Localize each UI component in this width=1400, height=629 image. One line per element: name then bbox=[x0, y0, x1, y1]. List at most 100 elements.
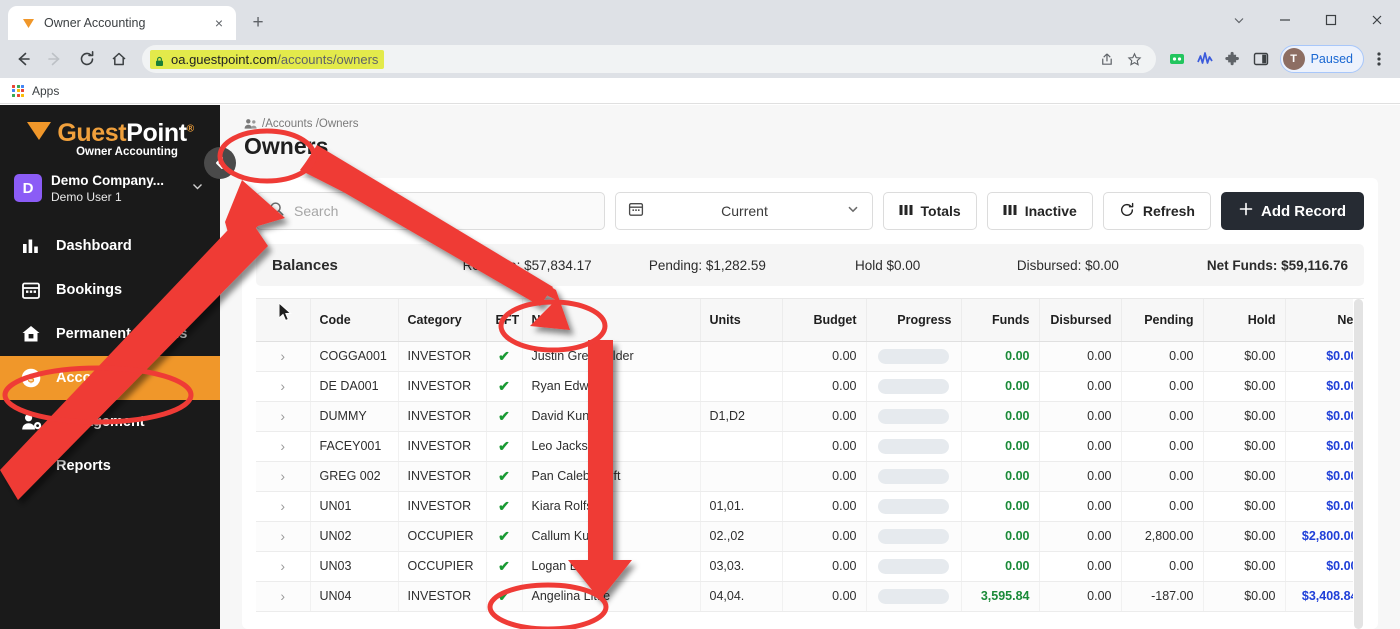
date-filter-value: Current bbox=[721, 203, 768, 219]
cell-category: INVESTOR bbox=[398, 431, 487, 462]
sidebar: GuestPoint® Owner Accounting D Demo Comp… bbox=[0, 105, 236, 629]
refresh-button[interactable]: Refresh bbox=[1102, 192, 1211, 230]
cell-name: Kiara Rolfson bbox=[522, 491, 701, 522]
table-row[interactable]: › DUMMY INVESTOR ✔ David Kunde D1,D2 0.00 0.00 0… bbox=[256, 401, 1364, 432]
row-expand-button[interactable]: › bbox=[256, 461, 311, 492]
brand-name: GuestPoint® bbox=[57, 119, 194, 147]
row-expand-button[interactable]: › bbox=[256, 521, 311, 552]
col-disbursed[interactable]: Disbursed bbox=[1039, 299, 1122, 342]
row-expand-button[interactable]: › bbox=[256, 581, 311, 612]
chevron-down-icon[interactable] bbox=[846, 202, 860, 221]
col-code[interactable]: Code bbox=[310, 299, 399, 342]
puzzle-extension-icon[interactable] bbox=[1220, 46, 1246, 72]
cell-funds: 0.00 bbox=[961, 401, 1040, 432]
bookmark-star-icon[interactable] bbox=[1122, 46, 1148, 72]
table-row[interactable]: › GREG 002 INVESTOR ✔ Pan Caleb Swift 0.00 0.0… bbox=[256, 461, 1364, 492]
col-progress[interactable]: Progress bbox=[866, 299, 962, 342]
chevron-right-icon[interactable]: › bbox=[280, 348, 285, 364]
sidebar-item-label: Accounts bbox=[56, 370, 123, 386]
close-icon[interactable] bbox=[1354, 4, 1400, 36]
back-arrow-icon[interactable] bbox=[8, 44, 38, 74]
close-icon[interactable]: × bbox=[210, 14, 228, 32]
calendar-icon bbox=[628, 201, 644, 222]
chevron-right-icon[interactable]: › bbox=[280, 438, 285, 454]
browser-tab[interactable]: Owner Accounting × bbox=[8, 6, 236, 40]
table-row[interactable]: › UN03 OCCUPIER ✔ Logan Brown 03,03. 0.00 0.00 0… bbox=[256, 551, 1364, 582]
chevron-down-icon[interactable] bbox=[1216, 4, 1262, 36]
cell-hold: $0.00 bbox=[1203, 401, 1286, 432]
cell-progress bbox=[866, 461, 962, 492]
company-name: Demo Company... bbox=[51, 173, 165, 188]
col-category[interactable]: Category bbox=[398, 299, 487, 342]
chevron-right-icon[interactable]: › bbox=[280, 498, 285, 514]
table-row[interactable]: › DE DA001 INVESTOR ✔ Ryan Edwards 0.00 0.00 0.… bbox=[256, 371, 1364, 402]
sidebar-item-management[interactable]: Management bbox=[0, 400, 220, 444]
bookmark-item-apps[interactable]: Apps bbox=[32, 84, 59, 98]
minimize-icon[interactable] bbox=[1262, 4, 1308, 36]
sidebar-item-reports[interactable]: Reports bbox=[0, 444, 220, 488]
col-hold[interactable]: Hold bbox=[1203, 299, 1286, 342]
sidebar-item-permanent-rentals[interactable]: Permanent Rentals bbox=[0, 312, 220, 356]
row-expand-button[interactable]: › bbox=[256, 491, 311, 522]
row-expand-button[interactable]: › bbox=[256, 431, 311, 462]
chevron-down-icon[interactable] bbox=[191, 180, 208, 196]
sidebar-item-dashboard[interactable]: Dashboard bbox=[0, 224, 220, 268]
chevron-right-icon[interactable]: › bbox=[280, 408, 285, 424]
chevron-right-icon[interactable]: › bbox=[280, 528, 285, 544]
table-row[interactable]: › UN01 INVESTOR ✔ Kiara Rolfson 01,01. 0.00 0.0… bbox=[256, 491, 1364, 522]
date-filter-dropdown[interactable]: Current bbox=[614, 192, 873, 230]
share-icon[interactable] bbox=[1094, 46, 1120, 72]
robot-extension-icon[interactable] bbox=[1164, 46, 1190, 72]
row-expand-button[interactable]: › bbox=[256, 371, 311, 402]
kebab-menu-icon[interactable] bbox=[1366, 46, 1392, 72]
table-row[interactable]: › UN04 INVESTOR ✔ Angelina Little 04,04. 0.00 3… bbox=[256, 581, 1364, 612]
balances-bar: Balances Revenue: $57,834.17 Pending: $1… bbox=[256, 244, 1364, 286]
columns-icon bbox=[1003, 203, 1017, 219]
profile-button[interactable]: T Paused bbox=[1279, 45, 1364, 73]
col-funds[interactable]: Funds bbox=[961, 299, 1040, 342]
inactive-button[interactable]: Inactive bbox=[986, 192, 1093, 230]
breadcrumb-text[interactable]: /Accounts /Owners bbox=[262, 118, 359, 130]
table-row[interactable]: › COGGA001 INVESTOR ✔ Justin Greenfelder 0.00… bbox=[256, 341, 1364, 372]
table-scrollbar-thumb[interactable] bbox=[1354, 299, 1363, 629]
row-expand-button[interactable]: › bbox=[256, 401, 311, 432]
url-highlight: oa.guestpoint.com/accounts/owners bbox=[150, 49, 385, 69]
row-expand-button[interactable]: › bbox=[256, 551, 311, 582]
cell-eft: ✔ bbox=[486, 581, 523, 612]
home-icon[interactable] bbox=[104, 44, 134, 74]
company-switcher[interactable]: D Demo Company... Demo User 1 bbox=[0, 162, 220, 216]
col-budget[interactable]: Budget bbox=[782, 299, 867, 342]
cell-code: DE DA001 bbox=[310, 371, 399, 402]
chevron-right-icon[interactable]: › bbox=[280, 558, 285, 574]
sidebar-item-bookings[interactable]: Bookings bbox=[0, 268, 220, 312]
new-tab-button[interactable]: + bbox=[244, 9, 272, 37]
cell-hold: $0.00 bbox=[1203, 341, 1286, 372]
row-expand-button[interactable]: › bbox=[256, 341, 311, 372]
waveform-extension-icon[interactable] bbox=[1192, 46, 1218, 72]
col-units[interactable]: Units bbox=[700, 299, 783, 342]
brand: GuestPoint® Owner Accounting bbox=[0, 105, 220, 162]
search-box[interactable] bbox=[256, 192, 605, 230]
progress-bar bbox=[877, 468, 950, 484]
add-record-button[interactable]: Add Record bbox=[1220, 192, 1364, 230]
search-input[interactable] bbox=[294, 203, 592, 219]
chevron-right-icon[interactable]: › bbox=[280, 588, 285, 604]
table-row[interactable]: › UN02 OCCUPIER ✔ Callum Kulas 02.,02 0.00 0.00… bbox=[256, 521, 1364, 552]
col-name[interactable]: Name bbox=[522, 299, 701, 342]
address-bar[interactable]: oa.guestpoint.com/accounts/owners bbox=[142, 45, 1156, 73]
col-eft[interactable]: EFT bbox=[486, 299, 523, 342]
table-scrollbar[interactable] bbox=[1353, 299, 1364, 629]
chevron-right-icon[interactable]: › bbox=[280, 468, 285, 484]
reload-icon[interactable] bbox=[72, 44, 102, 74]
chevron-right-icon[interactable]: › bbox=[280, 378, 285, 394]
totals-button[interactable]: Totals bbox=[882, 192, 977, 230]
side-panel-icon[interactable] bbox=[1248, 46, 1274, 72]
sidebar-collapse-button[interactable] bbox=[204, 147, 236, 179]
cell-units bbox=[700, 341, 783, 372]
url-text: oa.guestpoint.com/accounts/owners bbox=[171, 51, 379, 67]
table-row[interactable]: › FACEY001 INVESTOR ✔ Leo Jackson 0.00 0.00 0.0… bbox=[256, 431, 1364, 462]
sidebar-item-accounts[interactable]: $ Accounts bbox=[0, 356, 220, 400]
col-pending[interactable]: Pending bbox=[1121, 299, 1204, 342]
check-icon: ✔ bbox=[498, 527, 510, 544]
maximize-icon[interactable] bbox=[1308, 4, 1354, 36]
